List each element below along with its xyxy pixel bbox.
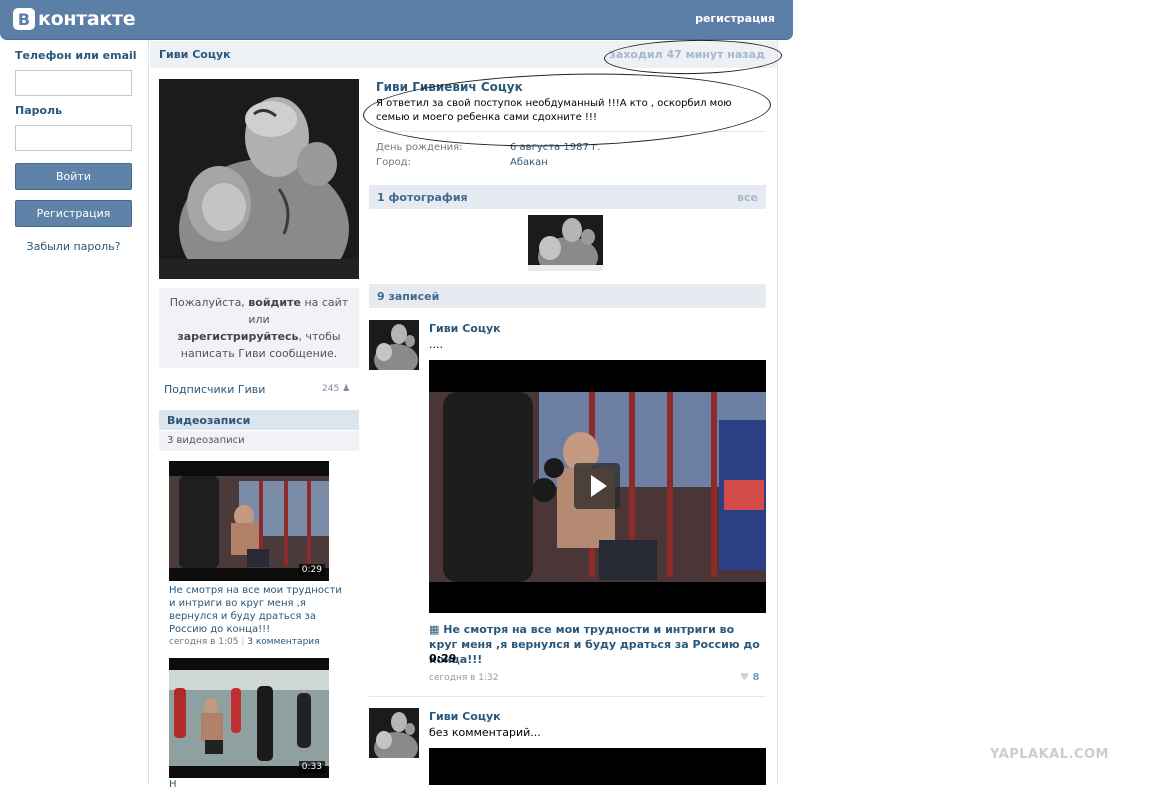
post-author-avatar-2[interactable] bbox=[369, 708, 419, 758]
video-title[interactable]: Не смотря на все мои трудности и интриги… bbox=[169, 584, 349, 636]
left-divider bbox=[148, 40, 149, 785]
video-comments-link[interactable]: 3 комментария bbox=[247, 637, 319, 647]
heart-icon: ♥ bbox=[740, 672, 749, 683]
wall-header[interactable]: 9 записей bbox=[369, 284, 766, 308]
play-icon[interactable] bbox=[574, 463, 620, 509]
header-register-link[interactable]: регистрация bbox=[695, 12, 775, 25]
post-author-name[interactable]: Гиви Соцук bbox=[429, 322, 501, 335]
notice-login-link[interactable]: войдите bbox=[248, 296, 301, 309]
profile-short-name: Гиви Соцук bbox=[159, 48, 231, 61]
site-watermark: YAPLAKAL.COM bbox=[990, 747, 1109, 762]
post-like-count: 8 bbox=[752, 672, 760, 683]
post-avatar-image bbox=[369, 320, 419, 370]
video-thumbnail[interactable]: 0:29 bbox=[169, 461, 329, 581]
photo-thumbnail[interactable] bbox=[528, 215, 603, 265]
logo-text: контакте bbox=[38, 8, 136, 30]
subscribers-count: 245 ♟ bbox=[322, 384, 350, 394]
post-avatar-image-2 bbox=[369, 708, 419, 758]
photos-all-link[interactable]: все bbox=[737, 191, 758, 204]
video-meta: сегодня в 1:05 | 3 комментария bbox=[169, 637, 320, 647]
profile-photo-image bbox=[159, 79, 359, 279]
post-video-player-2[interactable] bbox=[429, 748, 766, 785]
post-author-avatar[interactable] bbox=[369, 320, 419, 370]
city-label: Город: bbox=[376, 157, 411, 168]
video-thumbnail-2[interactable]: 0:33 bbox=[169, 658, 329, 778]
phone-email-input[interactable] bbox=[15, 70, 132, 96]
password-label: Пароль bbox=[15, 104, 63, 117]
right-divider bbox=[777, 40, 778, 785]
photos-header-label: 1 фотография bbox=[377, 191, 468, 204]
subscribers-count-value: 245 bbox=[322, 384, 340, 394]
post-video-duration: 0:29 bbox=[429, 652, 457, 665]
post-author-name-2[interactable]: Гиви Соцук bbox=[429, 710, 501, 723]
notice-text-1: Пожалуйста, bbox=[169, 296, 249, 309]
photo-thumbnail-image bbox=[528, 215, 603, 265]
send-message-notice: Пожалуйста, войдите на сайт или зарегист… bbox=[159, 288, 359, 368]
video-thumbnail-2-image bbox=[169, 658, 329, 778]
videos-header[interactable]: Видеозаписи bbox=[159, 410, 359, 430]
birthday-label: День рождения: bbox=[376, 142, 463, 153]
phone-label: Телефон или email bbox=[15, 49, 137, 62]
city-value[interactable]: Абакан bbox=[510, 157, 548, 168]
login-button[interactable]: Войти bbox=[15, 163, 132, 190]
video-duration-2: 0:33 bbox=[298, 761, 325, 773]
post-separator bbox=[369, 696, 766, 697]
forgot-password-link[interactable]: Забыли пароль? bbox=[15, 240, 132, 253]
photos-header[interactable]: 1 фотография все bbox=[369, 185, 766, 209]
post-video-title-text: Не смотря на все мои трудности и интриги… bbox=[429, 623, 760, 666]
notice-register-link[interactable]: зарегистрируйтесь bbox=[177, 330, 298, 343]
password-input[interactable] bbox=[15, 125, 132, 151]
film-icon: ▦ bbox=[429, 623, 440, 636]
videos-count: 3 видеозаписи bbox=[167, 435, 245, 446]
logo-icon: B bbox=[13, 8, 35, 30]
vk-logo[interactable]: B контакте bbox=[13, 7, 136, 31]
videos-header-label: Видеозаписи bbox=[167, 414, 251, 427]
videos-count-bar: 3 видеозаписи bbox=[159, 431, 359, 451]
video-date: сегодня в 1:05 bbox=[169, 637, 239, 647]
post-video-title[interactable]: ▦ Не смотря на все мои трудности и интри… bbox=[429, 622, 766, 667]
top-header: B контакте регистрация bbox=[0, 0, 793, 40]
register-button[interactable]: Регистрация bbox=[15, 200, 132, 227]
video-thumbnail-image bbox=[169, 461, 329, 581]
photo-thumbnail-shadow bbox=[528, 265, 603, 271]
people-icon: ♟ bbox=[342, 384, 351, 394]
post-text: .... bbox=[429, 338, 443, 351]
post-like-button[interactable]: ♥ 8 bbox=[740, 672, 759, 683]
post-date[interactable]: сегодня в 1:32 bbox=[429, 673, 498, 683]
profile-photo[interactable] bbox=[159, 79, 359, 279]
subscribers-link[interactable]: Подписчики Гиви bbox=[164, 383, 265, 396]
video-duration: 0:29 bbox=[298, 564, 325, 576]
meta-separator: | bbox=[241, 637, 245, 647]
post-video-player[interactable] bbox=[429, 360, 766, 613]
wall-header-label: 9 записей bbox=[377, 290, 440, 303]
post-text-2: без комментарий... bbox=[429, 726, 541, 739]
